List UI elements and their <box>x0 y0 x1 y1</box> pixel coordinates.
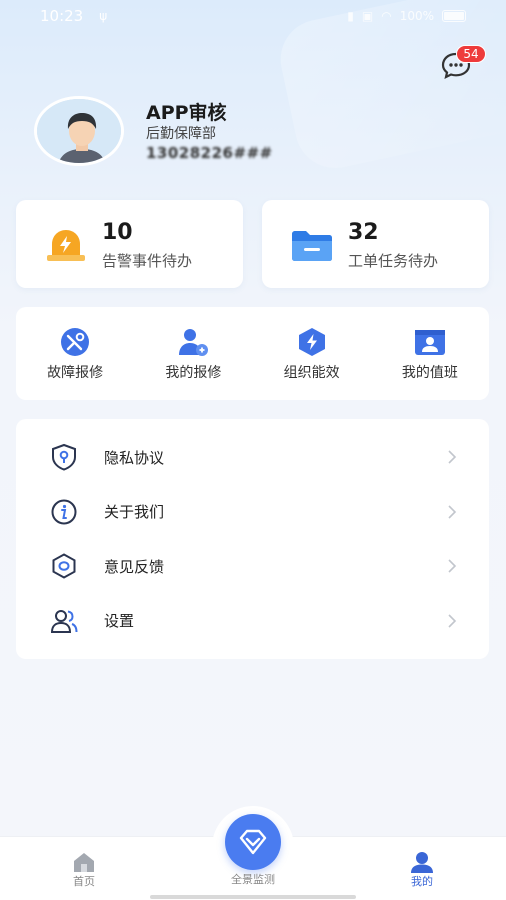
alarm-todo-label: 告警事件待办 <box>102 252 193 270</box>
quick-my-repairs[interactable]: 我的报修 <box>134 307 252 400</box>
energy-hexagon-icon <box>298 328 325 356</box>
workorder-todo-card[interactable]: 32 工单任务待办 <box>262 200 489 288</box>
info-icon <box>51 499 77 525</box>
alarm-todo-count: 10 <box>102 220 133 245</box>
chevron-right-icon <box>448 614 457 628</box>
chevron-right-icon <box>448 559 457 573</box>
tab-panorama-label: 全景监测 <box>231 873 275 886</box>
usb-icon: ψ <box>99 9 108 23</box>
avatar[interactable] <box>34 96 124 166</box>
shield-key-icon <box>52 444 76 471</box>
user-icon <box>411 852 433 873</box>
wifi-icon: ◠ <box>381 9 392 23</box>
workorder-todo-count: 32 <box>348 220 379 245</box>
menu-item-privacy-label: 隐私协议 <box>104 448 165 467</box>
menu-item-about[interactable]: 关于我们 <box>16 485 489 540</box>
user-department: 后勤保障部 <box>146 126 216 142</box>
battery-icon <box>442 10 466 22</box>
home-indicator <box>150 895 356 899</box>
quick-actions-panel: 故障报修 我的报修 组织能效 我的值班 <box>16 307 489 400</box>
diamond-icon <box>239 829 267 855</box>
users-settings-icon <box>50 609 78 633</box>
repair-tools-icon <box>61 328 90 356</box>
tab-home[interactable]: 首页 <box>34 837 134 900</box>
user-name: APP审核 <box>146 102 227 124</box>
status-time: 10:23 <box>40 7 84 25</box>
alarm-todo-card[interactable]: 10 告警事件待办 <box>16 200 243 288</box>
tab-panorama-monitor[interactable]: 全景监测 <box>212 806 294 888</box>
user-phone: 13028226### <box>146 144 273 162</box>
panorama-button[interactable] <box>225 814 281 870</box>
feedback-hexagon-icon <box>52 553 76 579</box>
menu-item-settings[interactable]: 设置 <box>16 594 489 649</box>
folder-icon <box>292 231 332 261</box>
tab-mine[interactable]: 我的 <box>372 837 472 900</box>
quick-my-duty[interactable]: 我的值班 <box>371 307 489 400</box>
user-wrench-icon <box>179 329 209 356</box>
alarm-light-icon <box>47 230 85 261</box>
chevron-right-icon <box>448 505 457 519</box>
home-icon <box>74 853 94 872</box>
tab-mine-label: 我的 <box>411 875 433 888</box>
menu-item-privacy[interactable]: 隐私协议 <box>16 430 489 485</box>
sim-icon: ▣ <box>361 9 374 23</box>
quick-my-duty-label: 我的值班 <box>401 365 458 381</box>
settings-menu: 隐私协议 关于我们 意见反馈 设置 <box>16 419 489 659</box>
quick-org-efficiency-label: 组织能效 <box>283 365 340 381</box>
tab-home-label: 首页 <box>73 875 95 888</box>
message-count-badge: 54 <box>456 45 486 63</box>
chevron-right-icon <box>448 450 457 464</box>
quick-fault-repair[interactable]: 故障报修 <box>16 307 134 400</box>
menu-item-settings-label: 设置 <box>104 612 135 631</box>
signal-icon: ▮ <box>347 9 354 23</box>
quick-org-efficiency[interactable]: 组织能效 <box>253 307 371 400</box>
menu-item-feedback-label: 意见反馈 <box>104 557 165 576</box>
quick-my-repairs-label: 我的报修 <box>165 365 222 381</box>
quick-fault-repair-label: 故障报修 <box>47 365 104 381</box>
status-bar: 10:23 ψ ▮ ▣ ◠ 100% <box>0 0 506 32</box>
menu-item-feedback[interactable]: 意见反馈 <box>16 539 489 594</box>
duty-card-icon <box>414 330 445 355</box>
workorder-todo-label: 工单任务待办 <box>348 252 439 270</box>
user-avatar-icon <box>37 99 121 163</box>
battery-percent: 100% <box>399 9 434 23</box>
menu-item-about-label: 关于我们 <box>104 503 165 522</box>
